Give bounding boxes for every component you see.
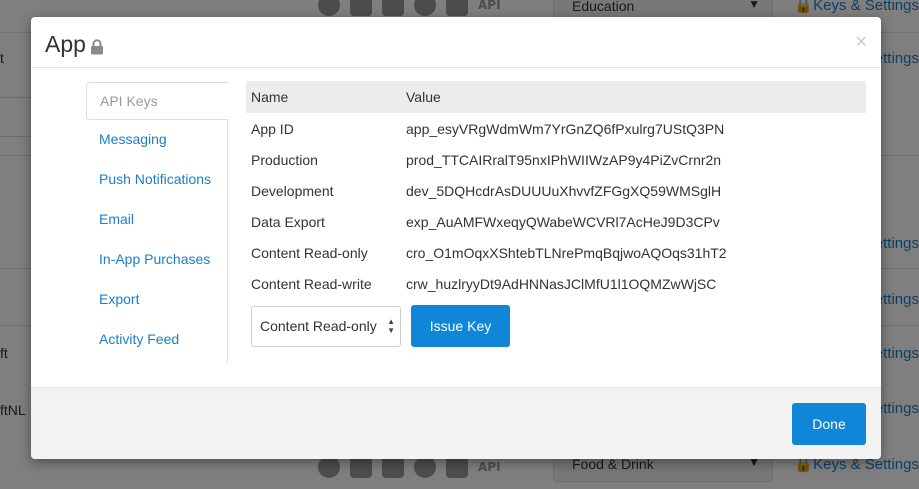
- table-row: Content Read-only cro_O1mOqxXShtebTLNreP…: [246, 237, 866, 268]
- issue-key-button[interactable]: Issue Key: [411, 305, 510, 347]
- key-value[interactable]: prod_TTCAIRralT95nxIPhWIIWzAP9y4PiZvCrnr…: [406, 152, 726, 168]
- key-type-select[interactable]: Content Read-only ▲ ▼: [251, 306, 401, 347]
- key-name: Data Export: [251, 213, 325, 230]
- sidebar-item-messaging[interactable]: Messaging: [86, 120, 227, 160]
- table-row: Data Export exp_AuAMFWxeqyQWabeWCVRl7AcH…: [246, 206, 866, 237]
- done-button[interactable]: Done: [792, 403, 866, 445]
- app-modal: App × API Keys Messaging Push Notificati…: [31, 17, 881, 459]
- key-value[interactable]: app_esyVRgWdmWm7YrGnZQ6fPxulrg7UStQ3PN: [406, 121, 726, 137]
- table-row: Production prod_TTCAIRralT95nxIPhWIIWzAP…: [246, 144, 866, 175]
- modal-title-text: App: [45, 31, 86, 57]
- key-name: Production: [251, 151, 318, 168]
- table-row: App ID app_esyVRgWdmWm7YrGnZQ6fPxulrg7US…: [246, 113, 866, 144]
- select-arrows-icon: ▲ ▼: [387, 317, 395, 335]
- table-header: Name Value: [246, 81, 866, 113]
- modal-sidebar: API Keys Messaging Push Notifications Em…: [86, 82, 228, 363]
- modal-footer: Done: [31, 387, 881, 459]
- sidebar-item-api-keys[interactable]: API Keys: [86, 82, 228, 120]
- sidebar-item-activity-feed[interactable]: Activity Feed: [86, 320, 227, 360]
- key-value[interactable]: cro_O1mOqxXShtebTLNrePmqBqjwoAQOqs31hT2: [406, 245, 726, 261]
- column-header-name: Name: [251, 89, 289, 105]
- column-header-value: Value: [406, 89, 441, 105]
- key-value[interactable]: crw_huzlryyDt9AdHNNasJClMfU1l1OQMZwWjSC: [406, 276, 726, 292]
- sidebar-item-email[interactable]: Email: [86, 200, 227, 240]
- sidebar-item-push-notifications[interactable]: Push Notifications: [86, 160, 227, 200]
- modal-title: App: [45, 31, 104, 58]
- table-row: Content Read-write crw_huzlryyDt9AdHNNas…: [246, 268, 866, 299]
- close-button[interactable]: ×: [855, 31, 867, 54]
- key-value[interactable]: dev_5DQHcdrAsDUUUuXhvvfZFGgXQ59WMSglH: [406, 183, 726, 199]
- lock-icon: [90, 38, 103, 54]
- key-value[interactable]: exp_AuAMFWxeqyQWabeWCVRl7AcHeJ9D3CPv: [406, 214, 726, 230]
- key-name: Development: [251, 182, 334, 199]
- key-name: App ID: [251, 120, 294, 137]
- table-row: Development dev_5DQHcdrAsDUUUuXhvvfZFGgX…: [246, 175, 866, 206]
- key-name: Content Read-write: [251, 275, 372, 292]
- key-type-select-value: Content Read-only: [260, 318, 377, 334]
- key-name: Content Read-only: [251, 244, 368, 261]
- api-keys-table: Name Value App ID app_esyVRgWdmWm7YrGnZQ…: [246, 81, 866, 299]
- sidebar-item-export[interactable]: Export: [86, 280, 227, 320]
- modal-header: App ×: [31, 17, 881, 68]
- sidebar-item-in-app-purchases[interactable]: In-App Purchases: [86, 240, 227, 280]
